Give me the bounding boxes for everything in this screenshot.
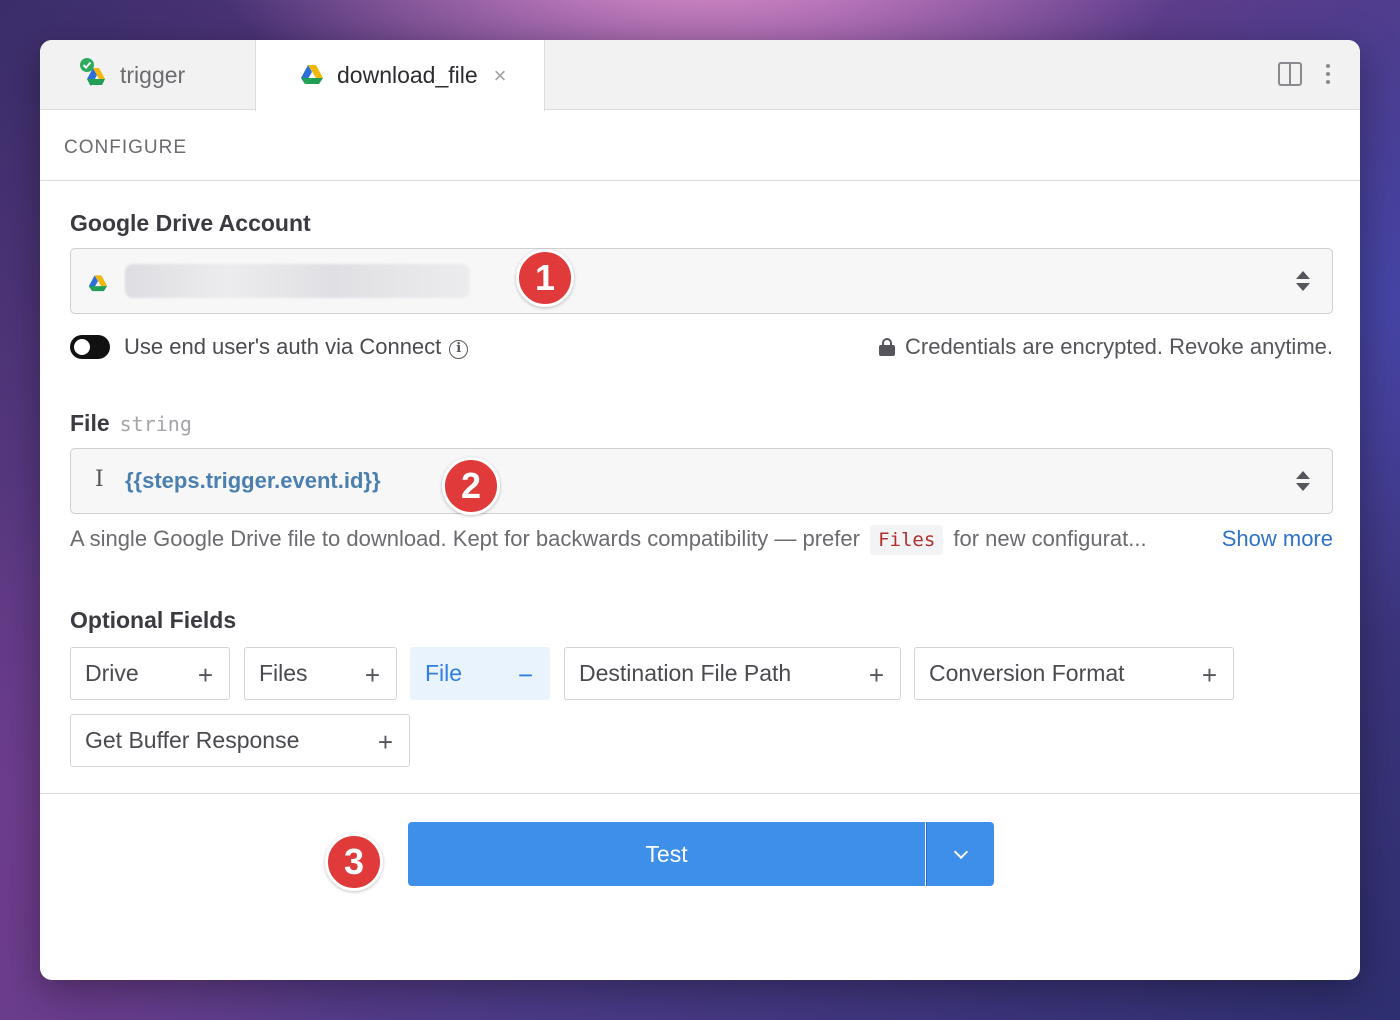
annotation-badge-1: 1 [516,249,574,307]
tab-actions [1278,62,1336,86]
plus-icon: + [377,727,393,757]
account-select[interactable] [70,248,1333,314]
file-expression-value: {{steps.trigger.event.id}} [125,468,381,493]
step-editor-window: trigger download_file × CONFIGURE Google… [40,40,1360,980]
toggle-label-text: Use end user's auth via Connect [124,334,442,359]
section-header: CONFIGURE [40,110,1360,181]
description-code: Files [870,525,944,555]
chip-label: File [425,660,463,686]
test-dropdown-button[interactable] [926,822,994,886]
plus-icon: + [364,660,380,690]
google-drive-check-icon [78,57,108,93]
annotation-badge-2: 2 [442,457,500,515]
credentials-note: Credentials are encrypted. Revoke anytim… [879,334,1333,360]
optional-fields-label: Optional Fields [70,607,237,633]
chip-label: Drive [85,660,139,686]
more-options-icon[interactable] [1320,62,1336,86]
tab-label: download_file [337,62,478,88]
tab-bar: trigger download_file × [40,40,1360,111]
chip-label: Files [259,660,308,686]
optional-chip-get-buffer-response[interactable]: Get Buffer Response + [70,714,410,767]
annotation-badge-3: 3 [325,833,383,891]
optional-chip-conversion-format[interactable]: Conversion Format + [914,647,1234,700]
plus-icon: + [1201,660,1217,690]
chip-label: Get Buffer Response [85,727,300,753]
credentials-text: Credentials are encrypted. Revoke anytim… [905,334,1333,359]
chip-label: Conversion Format [929,660,1125,686]
optional-chip-files[interactable]: Files + [244,647,397,700]
description-text-after: for new configurat... [953,526,1147,551]
tab-label: trigger [120,61,186,88]
google-drive-icon [299,61,325,91]
optional-chip-file[interactable]: File − [410,647,550,700]
plus-icon: + [868,660,884,690]
auth-toggle-row: Use end user's auth via Connect i Credent… [70,332,1333,364]
close-tab-icon[interactable]: × [494,63,507,89]
optional-chip-destination-file-path[interactable]: Destination File Path + [564,647,901,700]
minus-icon: − [517,660,533,690]
google-drive-icon [87,272,109,297]
description-text: A single Google Drive file to download. … [70,526,860,551]
tab-download-file[interactable]: download_file × [255,40,545,111]
chevron-down-icon [953,844,968,859]
show-more-link[interactable]: Show more [1222,526,1333,552]
split-view-icon[interactable] [1278,62,1302,86]
account-label: Google Drive Account [70,210,311,236]
test-button[interactable]: Test [408,822,925,886]
toggle-label: Use end user's auth via Connect i [124,334,469,360]
text-cursor-icon: I [95,467,104,492]
file-description: A single Google Drive file to download. … [70,525,1147,555]
lock-icon [879,338,895,356]
type-hint: string [119,412,192,436]
tab-trigger[interactable]: trigger [40,40,255,110]
plus-icon: + [197,660,213,690]
chip-label: Destination File Path [579,660,792,686]
file-label-text: File [70,410,110,436]
file-label: File string [70,410,192,437]
optional-chip-drive[interactable]: Drive + [70,647,230,700]
redacted-account-name [125,264,470,298]
info-icon[interactable]: i [449,340,469,359]
file-input[interactable]: I {{steps.trigger.event.id}} [70,448,1333,514]
footer-divider [40,793,1360,794]
connect-auth-toggle[interactable] [70,335,110,359]
